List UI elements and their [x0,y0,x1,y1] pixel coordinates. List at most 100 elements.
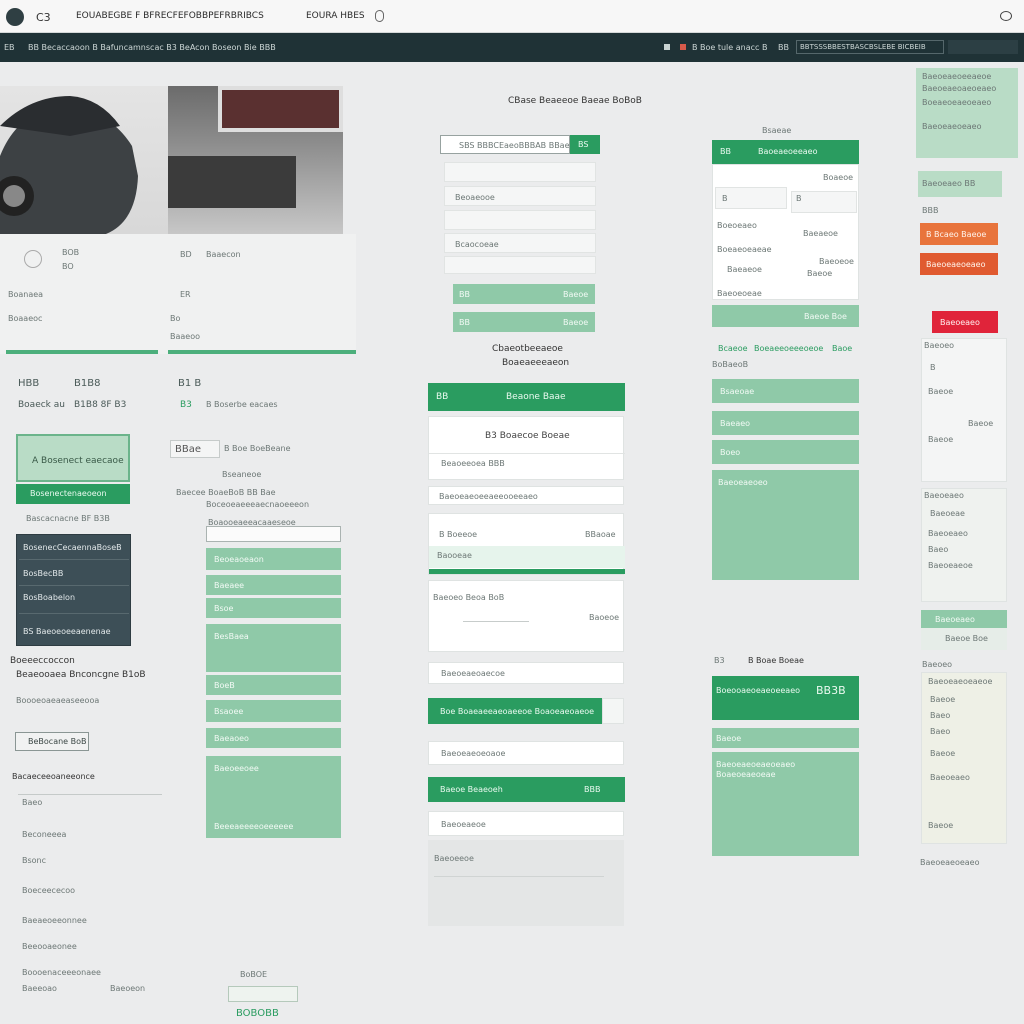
right-card-1-title: Baeoeo [924,341,955,350]
col2-row-3[interactable]: Bsoe [206,598,341,618]
left-list-item-1[interactable]: Baeo [22,798,42,807]
nav-left-code[interactable]: EB [4,43,15,52]
stat-a-2: BO [62,262,74,271]
right-green-small[interactable]: Baeoeaeo [921,610,1007,628]
col4-grid-cell[interactable]: B [791,191,857,213]
right-orange-button-b[interactable]: Baeoeaeoeaeo [920,253,998,275]
right-link-box[interactable]: Baeoeaeo BB [918,171,1002,197]
promo-banner-button[interactable]: Bosenectenaeoeon [16,484,130,504]
breadcrumb[interactable]: BB Becaccaoon B Bafuncamnscac B3 BeAcon … [28,43,318,52]
col4-list-item-1[interactable]: Bsaeoae [712,379,859,403]
col2-row-4[interactable]: BesBaea [206,624,341,672]
col2-row-5[interactable]: BoeB [206,675,341,695]
dark-list-item-3[interactable]: BosBoabelon [23,593,75,602]
left-list-item-5[interactable]: Baeaeoeeonnee [22,916,87,925]
mid-panel-header[interactable]: BB Beaone Baae [428,383,625,411]
col4-list-item-3[interactable]: Boeo [712,440,859,464]
col4-tab-2[interactable]: Boeaeeoeeeoeoe Bie [754,344,826,353]
col4-bar[interactable]: Baeoe [712,728,859,748]
form-search-button[interactable]: BS [570,135,600,154]
dark-list-item-1[interactable]: BosenecCecaennaBoseB [23,543,127,552]
settings-icon[interactable] [1000,11,1012,21]
form-field-2[interactable]: Beoaeooe [444,186,596,206]
form-search-input[interactable]: SBS BBBCEaeoBBBAB BBaeae [440,135,570,154]
left-list-item-7[interactable]: Boooenaceeeonaee [22,968,101,977]
dark-list-item-2[interactable]: BosBecBB [23,569,63,578]
left-list-item-4[interactable]: Boeceececoo [22,886,75,895]
info-icon[interactable] [375,10,384,22]
col4-dark-code: BB3B [816,684,846,697]
stat-row-a-3: B1 B [178,378,202,389]
right-green-small-label: Baeoeaeo [935,615,975,624]
right-orange-button-a[interactable]: B Bcaeo Baeoe [920,223,998,245]
mid-input-c[interactable]: Baeoeaeoe [428,811,624,836]
col4-dark-panel[interactable]: Boeooaeoeaeoeeaeo BB3B [712,676,859,720]
outline-button[interactable]: BeBocane BoB [15,732,89,751]
left-list-item-6[interactable]: Beeooaeonee [22,942,77,951]
col4-grid-item: Baeaeoe [803,229,838,238]
right-footer: Baeoeaeoeaeo [920,858,980,867]
col4-green-button[interactable]: Baeoe Boe [712,305,859,327]
col2-row-label: Baeoeeoee [214,764,259,773]
left-list-item-9[interactable]: Baeoeon [110,984,145,993]
right-box-line: Boeaeoeaeoeaeo [922,98,992,107]
col2-row-8[interactable]: Baeoeeoee Beeeaeeeeoeeeeee [206,756,341,838]
col4-top-caption: Bsaeae [762,126,792,135]
mid-card-3-title: Baeoeo Beoa BoB [433,593,505,602]
right-card-2-line: Baeo [928,545,949,554]
col2-row-1[interactable]: Beoeaoeaon [206,548,341,570]
dark-divider [19,613,129,614]
col2-row-7[interactable]: Baeaoeo [206,728,341,748]
col4-list-item-2[interactable]: Baeaeo [712,411,859,435]
form-field-1[interactable] [444,162,596,182]
col4-tab-1[interactable]: Bcaeoe [718,344,748,353]
stat-b-5: Baaeoo [170,332,201,341]
dark-list-item-4[interactable]: BS Baeoeoeeaenenae [23,627,127,636]
nav-search-button[interactable] [948,40,1018,54]
mid-card-1-sub: Beaoeeoea BBB [441,459,505,468]
mid-green-bar[interactable]: Baeoe Beaeoeh BBB [428,777,625,802]
left-list-item-3[interactable]: Bsonc [22,856,46,865]
form-search-value: SBS BBBCEaeoBBBAB BBaeae [459,141,569,150]
right-box-line: Baeoeaeoeaeo [922,122,982,131]
title-menu-label[interactable]: EOURA HBES [306,11,365,21]
right-red-button[interactable]: Baeoeaeo [932,311,998,333]
mid-wide-button-tail[interactable] [602,698,624,724]
form-button-a[interactable]: BB Baeoe [453,284,595,304]
form-field-5[interactable] [444,256,596,274]
col4-grid-cell[interactable]: B [715,187,787,209]
form-field-3[interactable] [444,210,596,230]
stat-a-1: BOB [62,248,80,257]
mid-panel-code: BB [436,392,449,402]
engine-block [168,156,296,208]
nav-item-user[interactable]: Boe tule anaccae [700,43,760,52]
title-nav-label[interactable]: EOUABEGBE F BFRECFEFOBBPEFRBRIBCS [76,11,264,21]
left-list-item-2[interactable]: Beconeeea [22,830,66,839]
form-button-b[interactable]: BB Baeoe [453,312,595,332]
nav-item-c[interactable]: B [762,43,768,52]
stat-b-2: Baaecon [206,250,241,259]
col2-row-6[interactable]: Bsaoee [206,700,341,722]
mid-input-b[interactable]: Baeoeaeoeoaoe [428,741,624,765]
col2-search-input[interactable] [206,526,341,542]
promo-banner: A Bosenect eaecaoe [16,434,130,482]
app-logo-icon[interactable] [6,8,24,26]
right-card-2: Baeoeaeo Baeoeae Baeoeaeo Baeo Baeoeaeoe [921,488,1007,602]
col4-tab-3[interactable]: Baoe [832,344,852,353]
nav-item-d[interactable]: BB [778,43,789,52]
right-card-3-line: Baeo [930,727,951,736]
mid-card-2-line: Baooeae [437,551,472,560]
left-list-item-8[interactable]: Baeeoao [22,984,57,993]
form-field-4[interactable]: Bcaocoeae [444,233,596,253]
mid-input-a[interactable]: Baeoeaeoaecoe [428,662,624,684]
col4-panel-header[interactable]: BB Baoeaeoeeaeo [712,140,859,164]
col4-green-button-label: Baeoe Boe [804,312,847,321]
dark-divider [19,585,129,586]
mid-wide-button[interactable]: Boe Boaeaeeaeoaeeoe Boaoeaeoaeoe [428,698,602,724]
nav-item-b[interactable]: B [692,43,698,52]
mid-card-line[interactable]: Baeoeaeoeeaeeooeeaeo [428,486,624,505]
alert-icon[interactable] [664,44,670,50]
flag-icon[interactable] [680,44,686,50]
nav-search-input[interactable]: BBTSSSBBESTBASCBSLEBE BICBEIB [796,40,944,54]
col2-row-2[interactable]: Baeaee [206,575,341,595]
